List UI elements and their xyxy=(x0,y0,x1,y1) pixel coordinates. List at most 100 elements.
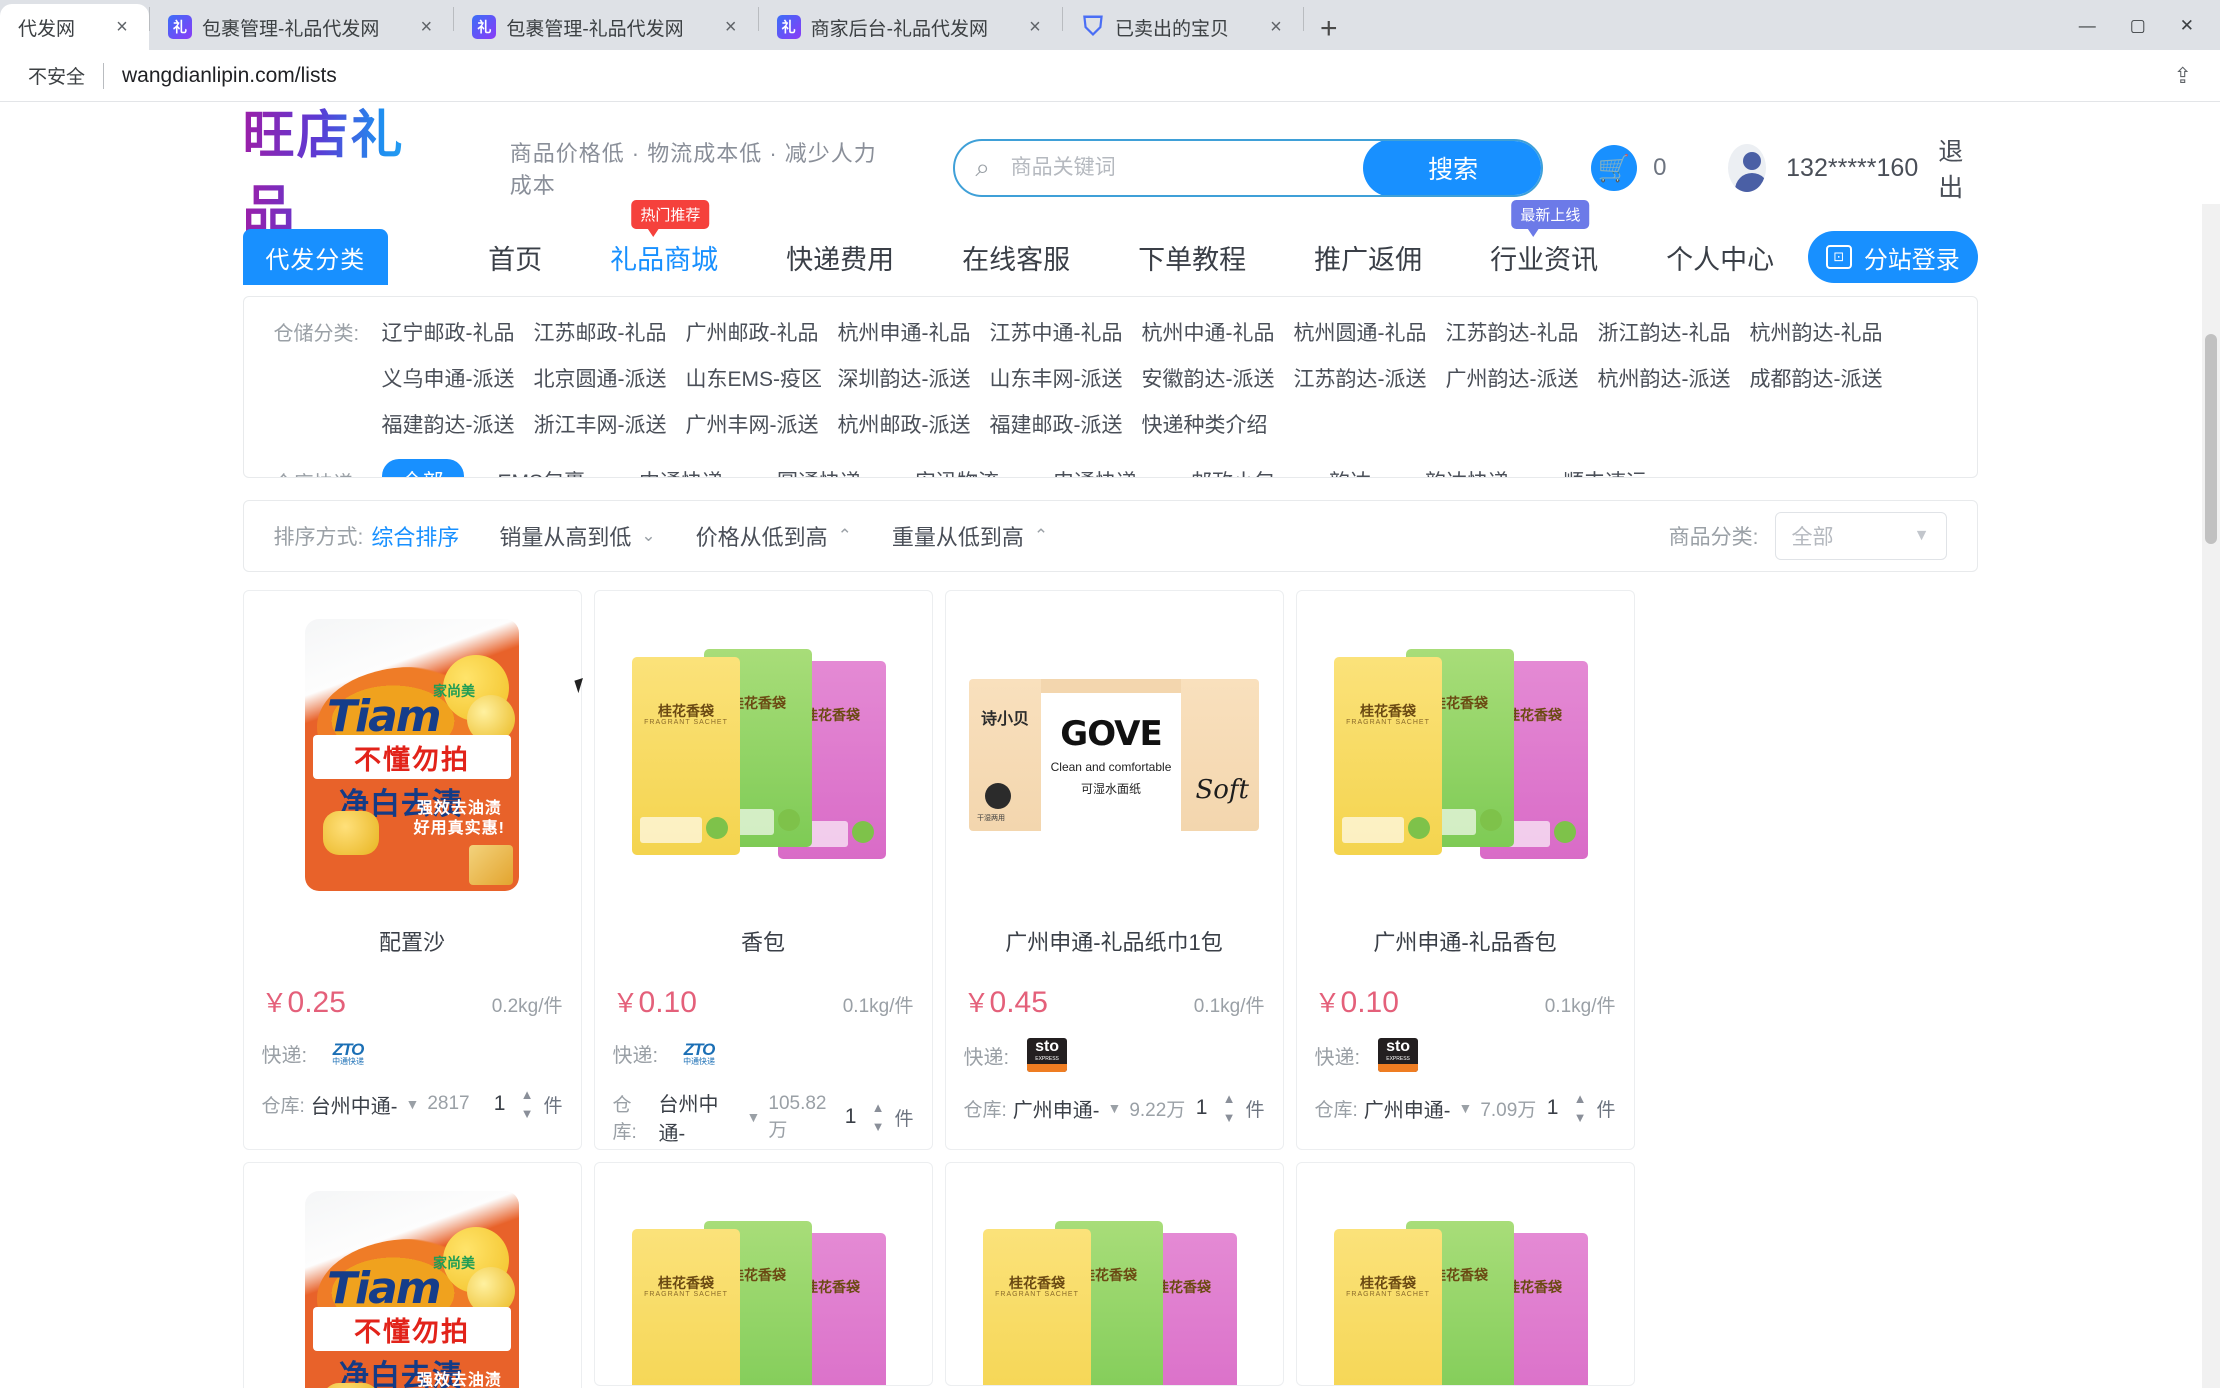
stepper-up-icon[interactable]: ▲ xyxy=(521,1088,534,1101)
product-card[interactable]: Tiam 家尚美 不懂勿拍 净白去渍 强效去油渍 好用真实惠! 无锡中通-洗衣粉 xyxy=(242,1162,582,1388)
sort-item-price[interactable]: 价格从低到高 ⌃ xyxy=(696,520,852,552)
express-item-all[interactable]: 全部 xyxy=(381,459,464,477)
chevron-down-icon[interactable]: ▼ xyxy=(1107,1100,1121,1116)
quantity-value[interactable]: 1 xyxy=(1191,1096,1213,1120)
product-card[interactable]: Tiam 家尚美 不懂勿拍 净白去渍 强效去油渍 好用真实惠! 配置沙 ￥0.2… xyxy=(242,590,582,1150)
storage-item[interactable]: 广州韵达-派送 xyxy=(1446,355,1598,401)
nav-item-promotion-rebate[interactable]: 推广返佣 xyxy=(1280,238,1456,277)
share-icon[interactable]: ⇪ xyxy=(2174,63,2192,89)
nav-item-industry-news[interactable]: 最新上线 行业资讯 xyxy=(1456,199,1632,277)
storage-item[interactable]: 深圳韵达-派送 xyxy=(838,355,990,401)
storage-item[interactable]: 山东EMS-疫区 xyxy=(686,355,838,401)
express-item[interactable]: EMS包裹 xyxy=(478,459,606,477)
storage-item[interactable]: 广州丰网-派送 xyxy=(686,401,838,447)
nav-item-personal-center[interactable]: 个人中心 xyxy=(1632,238,1808,277)
product-image[interactable]: 桂花香袋 桂花香袋 桂花香袋 FRAGRANT SACHET xyxy=(964,1177,1265,1385)
scrollbar-thumb[interactable] xyxy=(2205,334,2217,544)
sort-item-weight[interactable]: 重量从低到高 ⌃ xyxy=(892,520,1048,552)
product-image[interactable]: 桂花香袋 桂花香袋 桂花香袋 FRAGRANT SACHET xyxy=(1315,605,1616,905)
chevron-down-icon[interactable]: ▼ xyxy=(1458,1100,1472,1116)
tab-close-icon[interactable]: × xyxy=(718,16,744,39)
avatar[interactable] xyxy=(1728,144,1767,192)
express-item[interactable]: 安迅物流 xyxy=(895,459,1019,477)
product-card[interactable]: GOVE Clean and comfortable 可湿水面纸 诗小贝 干湿两… xyxy=(944,590,1284,1150)
storage-item-clipped[interactable]: 广州邮政-礼品 xyxy=(686,309,838,355)
storage-item[interactable]: 浙江韵达-礼品 xyxy=(1598,309,1750,355)
storage-item[interactable]: 山东丰网-派送 xyxy=(990,355,1142,401)
warehouse-name[interactable]: 广州申通- xyxy=(1013,1094,1100,1123)
search-button[interactable]: 搜索 xyxy=(1363,141,1542,195)
stepper-arrows[interactable]: ▲ ▼ xyxy=(872,1101,885,1133)
storage-item[interactable]: 北京圆通-派送 xyxy=(534,355,686,401)
nav-item-gift-mall[interactable]: 热门推荐 礼品商城 xyxy=(576,199,752,277)
warehouse-name[interactable]: 广州申通- xyxy=(1364,1094,1451,1123)
express-item[interactable]: 中通快递 xyxy=(619,459,743,477)
express-item[interactable]: 韵达快递 xyxy=(1405,459,1529,477)
storage-item[interactable]: 杭州韵达-礼品 xyxy=(1750,309,1902,355)
quantity-stepper[interactable]: 1 ▲ ▼ 件 xyxy=(489,1088,563,1120)
warehouse-name[interactable]: 台州中通- xyxy=(658,1088,738,1146)
product-image[interactable]: 桂花香袋 桂花香袋 桂花香袋 FRAGRANT SACHET xyxy=(1315,1177,1616,1385)
storage-item[interactable]: 福建邮政-派送 xyxy=(990,401,1142,447)
chevron-down-icon[interactable]: ▼ xyxy=(405,1096,419,1112)
product-title[interactable]: 广州申通-礼品纸巾1包 xyxy=(964,925,1265,957)
minimize-icon[interactable]: — xyxy=(2079,16,2096,36)
storage-item[interactable]: 江苏韵达-派送 xyxy=(1294,355,1446,401)
product-title[interactable]: 香包 xyxy=(613,925,914,957)
stepper-down-icon[interactable]: ▼ xyxy=(521,1107,534,1120)
browser-tab[interactable]: 礼 包裹管理-礼品代发网 × xyxy=(150,4,453,50)
express-item[interactable]: 邮政小包 xyxy=(1171,459,1295,477)
sort-item-comprehensive[interactable]: 综合排序 xyxy=(371,520,459,552)
url-text[interactable]: wangdianlipin.com/lists xyxy=(122,64,337,88)
product-card[interactable]: 桂花香袋 桂花香袋 桂花香袋 FRAGRANT SACHET xyxy=(944,1162,1284,1386)
stepper-arrows[interactable]: ▲ ▼ xyxy=(521,1088,534,1120)
storage-item[interactable]: 福建韵达-派送 xyxy=(382,401,534,447)
storage-item-clipped[interactable]: 江苏中通-礼品 xyxy=(990,309,1142,355)
address-bar[interactable]: 不安全 wangdianlipin.com/lists ⇪ xyxy=(0,50,2220,102)
express-item[interactable]: 顺丰速运 xyxy=(1543,459,1667,477)
storage-item-clipped[interactable]: 江苏邮政-礼品 xyxy=(534,309,686,355)
stepper-down-icon[interactable]: ▼ xyxy=(872,1120,885,1133)
stepper-up-icon[interactable]: ▲ xyxy=(1574,1092,1587,1105)
stepper-up-icon[interactable]: ▲ xyxy=(872,1101,885,1114)
nav-item-shipping-fee[interactable]: 快递费用 xyxy=(752,238,928,277)
tab-close-icon[interactable]: × xyxy=(1263,16,1289,39)
product-card[interactable]: 桂花香袋 桂花香袋 桂花香袋 FRAGRANT SACHET xyxy=(593,1162,933,1386)
chevron-down-icon[interactable]: ▼ xyxy=(747,1109,761,1125)
product-image[interactable]: Tiam 家尚美 不懂勿拍 净白去渍 强效去油渍 好用真实惠! xyxy=(262,605,563,905)
search-box[interactable]: ⌕ 搜索 xyxy=(952,139,1544,197)
tab-close-icon[interactable]: × xyxy=(1022,16,1048,39)
product-image[interactable]: 桂花香袋 桂花香袋 桂花香袋 FRAGRANT SACHET xyxy=(613,1177,914,1385)
new-tab-button[interactable]: + xyxy=(1304,14,1354,44)
tab-close-icon[interactable]: × xyxy=(413,16,439,39)
quantity-value[interactable]: 1 xyxy=(840,1105,862,1129)
nav-item-home[interactable]: 首页 xyxy=(454,238,576,277)
nav-item-order-tutorial[interactable]: 下单教程 xyxy=(1104,238,1280,277)
close-window-icon[interactable]: ✕ xyxy=(2180,16,2194,36)
express-item[interactable]: 申通快递 xyxy=(1033,459,1157,477)
product-title[interactable]: 广州申通-礼品香包 xyxy=(1315,925,1616,957)
product-image[interactable]: 桂花香袋 桂花香袋 桂花香袋 FRAGRANT SACHET xyxy=(613,605,914,905)
sort-item-sales[interactable]: 销量从高到低 ⌄ xyxy=(499,520,655,552)
stepper-arrows[interactable]: ▲ ▼ xyxy=(1574,1092,1587,1124)
nav-item-online-service[interactable]: 在线客服 xyxy=(928,238,1104,277)
storage-item[interactable]: 安徽韵达-派送 xyxy=(1142,355,1294,401)
storage-item-clipped[interactable]: 江苏韵达-礼品 xyxy=(1446,309,1598,355)
product-card[interactable]: 桂花香袋 桂花香袋 桂花香袋 FRAGRANT SACHET 香包 ￥0.10 0… xyxy=(593,590,933,1150)
site-logo[interactable]: 旺店礼品 xyxy=(243,102,442,243)
stepper-up-icon[interactable]: ▲ xyxy=(1223,1092,1236,1105)
stepper-down-icon[interactable]: ▼ xyxy=(1223,1111,1236,1124)
storage-item[interactable]: 快递种类介绍 xyxy=(1142,401,1294,447)
storage-item-clipped[interactable]: 杭州圆通-礼品 xyxy=(1294,309,1446,355)
cart-icon[interactable]: 🛒 xyxy=(1591,145,1638,191)
browser-tab[interactable]: 礼 商家后台-礼品代发网 × xyxy=(759,4,1062,50)
search-input[interactable] xyxy=(1010,156,1364,180)
warehouse-name[interactable]: 台州中通- xyxy=(311,1090,398,1119)
storage-item[interactable]: 杭州邮政-派送 xyxy=(838,401,990,447)
product-title[interactable]: 配置沙 xyxy=(262,925,563,957)
product-card[interactable]: 桂花香袋 桂花香袋 桂花香袋 FRAGRANT SACHET 广州申通-礼品香包 … xyxy=(1295,590,1635,1150)
storage-item-clipped[interactable]: 杭州中通-礼品 xyxy=(1142,309,1294,355)
substation-login-button[interactable]: ⊡ 分站登录 xyxy=(1808,231,1978,283)
stepper-down-icon[interactable]: ▼ xyxy=(1574,1111,1587,1124)
product-card[interactable]: 桂花香袋 桂花香袋 桂花香袋 FRAGRANT SACHET xyxy=(1295,1162,1635,1386)
